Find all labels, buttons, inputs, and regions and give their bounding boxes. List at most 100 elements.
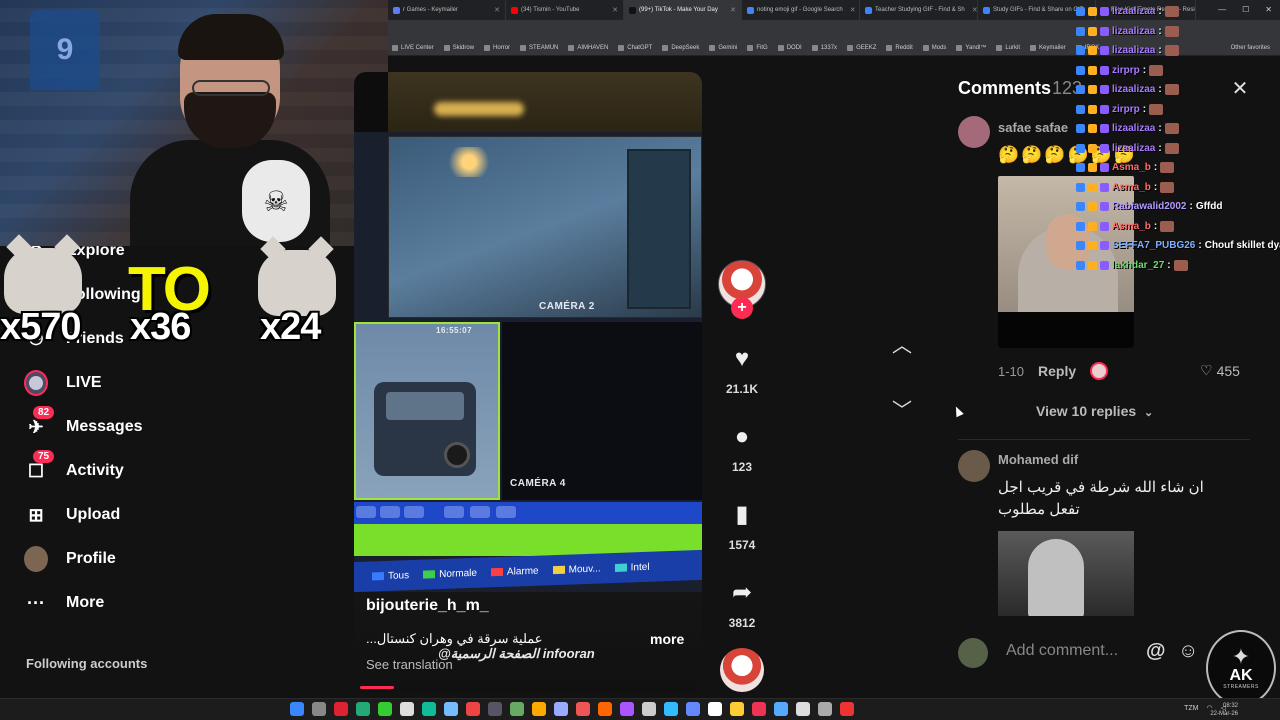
tab-close-icon[interactable]: ✕: [726, 6, 736, 14]
browser-tab[interactable]: (99+) TikTok - Make Your Day ✕: [624, 0, 742, 20]
comment-username-2[interactable]: Mohamed dif: [998, 452, 1078, 467]
bookmark-item[interactable]: ChatGPT: [618, 44, 652, 51]
close-icon[interactable]: ✕: [1228, 76, 1252, 100]
taskbar-app-icon[interactable]: [708, 702, 722, 716]
browser-tab[interactable]: r Games - Keymailer ✕: [388, 0, 506, 20]
bookmark-item[interactable]: Keymailer: [1030, 44, 1066, 51]
taskbar-app-icon[interactable]: [752, 702, 766, 716]
mention-icon[interactable]: @: [1146, 640, 1166, 663]
taskbar-app-icon[interactable]: [840, 702, 854, 716]
bookmark-item[interactable]: DeepSeek: [662, 44, 699, 51]
tab-favicon-icon: [629, 6, 636, 14]
tab-close-icon[interactable]: ✕: [490, 6, 500, 14]
commenter-avatar-2[interactable]: [958, 450, 990, 482]
share-button[interactable]: ➦ 3812: [718, 578, 766, 630]
bookmark-label: GEEKZ: [856, 44, 877, 51]
bookmark-item[interactable]: Lurkit: [996, 44, 1020, 51]
browser-tab[interactable]: Teacher Studying GIF - Find & Sh ✕: [860, 0, 978, 20]
comment-button[interactable]: ● 123: [718, 422, 766, 474]
taskbar-app-icon[interactable]: [422, 702, 436, 716]
taskbar-app-icon[interactable]: [642, 702, 656, 716]
camera-3-feed: 16:55:07: [354, 322, 500, 500]
bookmark-item[interactable]: Mods: [922, 44, 946, 51]
browser-tab[interactable]: noting emoji gif - Google Search ✕: [742, 0, 860, 20]
sidebar-item-upload[interactable]: ⊞ Upload: [24, 501, 120, 529]
taskbar-app-icon[interactable]: [400, 702, 414, 716]
taskbar-app-icon[interactable]: [664, 702, 678, 716]
sidebar-item-activity[interactable]: ☐ 75 Activity: [24, 450, 124, 485]
taskbar-app-icon[interactable]: [818, 702, 832, 716]
video-player[interactable]: CAMÉRA 2 16:55:07 CAMÉRA 4 Tous Normale …: [354, 72, 702, 692]
taskbar-app-icon[interactable]: [774, 702, 788, 716]
bookmark-item[interactable]: GEEKZ: [847, 44, 877, 51]
bookmark-item[interactable]: Reddit: [886, 44, 913, 51]
minimize-icon[interactable]: —: [1218, 5, 1226, 14]
taskbar-app-icon[interactable]: [620, 702, 634, 716]
reply-button[interactable]: Reply: [1038, 363, 1076, 379]
taskbar-app-icon[interactable]: [554, 702, 568, 716]
sound-disc-icon[interactable]: [720, 648, 764, 692]
tab-favicon-icon: [747, 6, 754, 14]
caption-more-link[interactable]: more: [650, 631, 684, 647]
other-favorites[interactable]: Other favorites: [1231, 45, 1270, 51]
taskbar-app-icon[interactable]: [598, 702, 612, 716]
video-progress-bar[interactable]: [360, 686, 394, 689]
bookmark-item[interactable]: Skidrow: [443, 44, 474, 51]
bookmark-favicon-icon: [443, 44, 450, 51]
taskbar-app-icon[interactable]: [444, 702, 458, 716]
bookmark-item[interactable]: Horror: [484, 44, 510, 51]
bookmark-item[interactable]: FitG: [747, 44, 768, 51]
chat-badge-icon: [1076, 46, 1085, 55]
bookmark-item[interactable]: Yandl™: [956, 44, 986, 51]
bookmark-favicon-icon: [777, 44, 784, 51]
sidebar-item-live[interactable]: LIVE: [24, 369, 102, 397]
taskbar-app-icon[interactable]: [796, 702, 810, 716]
taskbar-app-icon[interactable]: [532, 702, 546, 716]
comment-like-button[interactable]: ♡ 455: [1200, 362, 1240, 379]
taskbar-app-icon[interactable]: [488, 702, 502, 716]
add-comment-input[interactable]: Add comment...: [1006, 642, 1118, 660]
tab-close-icon[interactable]: ✕: [608, 6, 618, 14]
taskbar-app-icon[interactable]: [290, 702, 304, 716]
bookmark-item[interactable]: AIMHAVEN: [568, 44, 608, 51]
taskbar-app-icon[interactable]: [730, 702, 744, 716]
follow-plus-icon[interactable]: +: [731, 297, 753, 319]
sidebar-item-label: LIVE: [66, 374, 102, 391]
tab-close-icon[interactable]: ✕: [846, 6, 856, 14]
previous-video-chevron-up-icon[interactable]: ︿: [886, 327, 918, 359]
sidebar-item-more[interactable]: ··· More: [24, 589, 104, 617]
maximize-icon[interactable]: ☐: [1242, 5, 1249, 14]
see-translation-link[interactable]: See translation: [366, 657, 453, 672]
next-video-chevron-down-icon[interactable]: ﹀: [886, 392, 918, 424]
chat-badge-icon: [1100, 7, 1109, 16]
clock[interactable]: 08:32 22-Mar-26: [1210, 702, 1238, 718]
bookmark-item[interactable]: LIVE Center: [392, 44, 434, 51]
bookmark-item[interactable]: Gemini: [709, 44, 737, 51]
taskbar-app-icon[interactable]: [686, 702, 700, 716]
taskbar-app-icon[interactable]: [510, 702, 524, 716]
comment-username[interactable]: safae safae: [998, 120, 1068, 135]
legend-normal: Normale: [439, 567, 477, 580]
close-window-icon[interactable]: ✕: [1265, 5, 1272, 14]
commenter-avatar[interactable]: [958, 116, 990, 148]
taskbar-app-icon[interactable]: [466, 702, 480, 716]
language-indicator[interactable]: TZM: [1184, 705, 1198, 712]
bookmark-item[interactable]: DODI: [777, 44, 802, 51]
taskbar-app-icon[interactable]: [576, 702, 590, 716]
video-author[interactable]: bijouterie_h_m_: [366, 597, 489, 615]
taskbar-app-icon[interactable]: [378, 702, 392, 716]
taskbar-app-icon[interactable]: [312, 702, 326, 716]
taskbar-app-icon[interactable]: [334, 702, 348, 716]
like-button[interactable]: ♥ 21.1K: [718, 344, 766, 396]
tab-close-icon[interactable]: ✕: [968, 6, 977, 14]
emoji-icon[interactable]: ☺: [1178, 640, 1198, 663]
view-replies-button[interactable]: View 10 replies ⌄: [1036, 403, 1153, 419]
save-button[interactable]: ▮ 1574: [718, 500, 766, 552]
sidebar-item-messages[interactable]: ✈ 82 Messages: [24, 406, 143, 441]
taskbar-app-icon[interactable]: [356, 702, 370, 716]
bookmark-item[interactable]: 1337x: [811, 44, 837, 51]
chat-emote-icon: [1160, 220, 1175, 232]
bookmark-item[interactable]: STEAMUN: [520, 44, 558, 51]
sidebar-item-profile[interactable]: Profile: [24, 545, 116, 573]
browser-tab[interactable]: (34) Tismin - YouTube ✕: [506, 0, 624, 20]
